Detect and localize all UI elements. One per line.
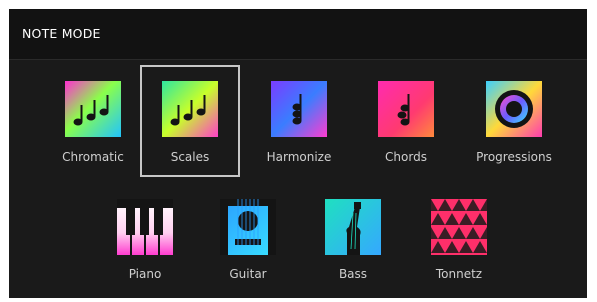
panel-title: NOTE MODE [22, 26, 101, 41]
panel-header: NOTE MODE [9, 9, 587, 60]
harmonize-icon [271, 81, 327, 137]
piano-keys-icon [117, 199, 173, 255]
mode-tile-scales[interactable]: Scales [140, 65, 240, 177]
mode-tile-chords[interactable]: Chords [356, 67, 456, 179]
mode-tile-harmonize[interactable]: Harmonize [249, 67, 349, 179]
mode-label-progressions: Progressions [476, 150, 552, 164]
note-mode-panel: NOTE MODE Chromatic Scales Harmonize Cho… [9, 9, 587, 298]
mode-tile-bass[interactable]: Bass [303, 185, 403, 297]
tonnetz-triangles-icon [431, 199, 487, 255]
acoustic-guitar-icon [220, 199, 276, 255]
mode-label-tonnetz: Tonnetz [435, 267, 483, 281]
chords-icon [378, 81, 434, 137]
mode-tile-progressions[interactable]: Progressions [464, 67, 564, 179]
progressions-ring-icon [486, 81, 542, 137]
electric-bass-icon [325, 199, 381, 255]
scales-notes-icon [162, 81, 218, 137]
mode-tile-tonnetz[interactable]: Tonnetz [409, 185, 509, 297]
chromatic-notes-icon [65, 81, 121, 137]
